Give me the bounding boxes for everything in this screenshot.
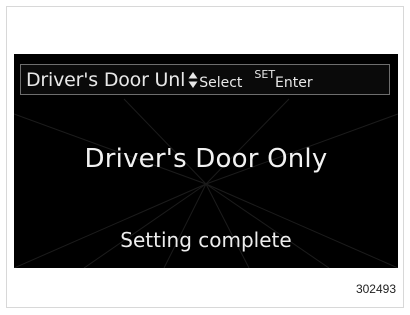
menu-title: Driver's Door Unl	[26, 68, 186, 91]
figure-number: 302493	[355, 282, 396, 296]
selected-option: Driver's Door Only	[84, 144, 328, 174]
display-screen: Driver's Door Unl Select SET Enter Drive…	[14, 54, 398, 268]
up-down-arrows-icon	[188, 71, 198, 89]
status-message: Setting complete	[120, 228, 292, 252]
enter-hint: Enter	[275, 75, 313, 91]
menu-header: Driver's Door Unl Select SET Enter	[20, 64, 390, 95]
set-button-label: SET	[254, 68, 276, 81]
select-hint: Select	[199, 75, 243, 91]
